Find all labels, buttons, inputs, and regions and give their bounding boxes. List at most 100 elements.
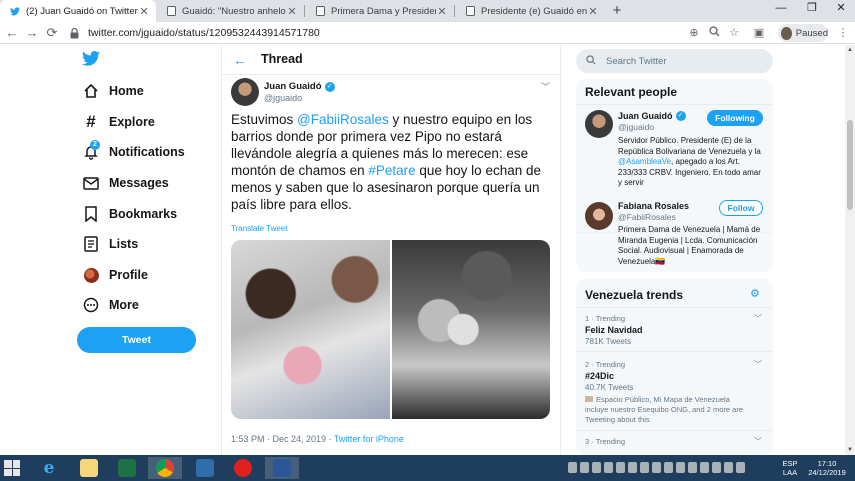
- tray-icon[interactable]: [652, 462, 661, 473]
- tray-icon[interactable]: [676, 462, 685, 473]
- tweet-source-link[interactable]: Twitter for iPhone: [334, 434, 404, 444]
- restore-icon[interactable]: ❐: [797, 0, 827, 18]
- twitter-logo-icon[interactable]: [82, 51, 100, 67]
- profile-button[interactable]: Paused: [778, 24, 828, 42]
- close-icon[interactable]: ✕: [587, 5, 599, 18]
- tray-icon[interactable]: [724, 462, 733, 473]
- author-name[interactable]: Juan Guaidó ✓: [264, 81, 335, 92]
- sidebar-item-lists[interactable]: Lists: [82, 233, 138, 255]
- scrollbar-thumb[interactable]: [847, 120, 853, 210]
- following-button[interactable]: Following: [707, 110, 763, 126]
- chrome-icon[interactable]: [148, 457, 182, 479]
- author-handle[interactable]: @jguaido: [264, 93, 302, 103]
- tray-icon[interactable]: [736, 462, 745, 473]
- chevron-down-icon[interactable]: ﹀: [754, 313, 762, 324]
- star-icon[interactable]: ☆: [727, 26, 741, 40]
- sidebar-item-messages[interactable]: Messages: [82, 172, 169, 194]
- opera-icon[interactable]: [226, 457, 260, 479]
- close-icon[interactable]: ✕: [138, 5, 150, 18]
- tweet-photo-1[interactable]: [231, 240, 390, 419]
- scroll-down-icon[interactable]: ▼: [845, 445, 855, 455]
- trend-count: 40.7K Tweets: [585, 383, 634, 392]
- zoom-icon[interactable]: [707, 26, 721, 40]
- chevron-down-icon[interactable]: ﹀: [754, 359, 762, 370]
- remote-desktop-icon[interactable]: [188, 457, 222, 479]
- avatar[interactable]: [585, 202, 613, 230]
- tray-icon[interactable]: [568, 462, 577, 473]
- twitter-page: Home # Explore 2 Notifications Messages …: [0, 45, 855, 455]
- sidebar-item-profile[interactable]: Profile: [82, 264, 148, 286]
- tray-icon[interactable]: [580, 462, 589, 473]
- scroll-up-icon[interactable]: ▲: [845, 45, 855, 55]
- search-input[interactable]: Search Twitter: [576, 49, 773, 73]
- sidebar-item-explore[interactable]: # Explore: [82, 111, 155, 133]
- notification-badge: 2: [90, 140, 100, 150]
- new-tab-button[interactable]: +: [608, 2, 626, 20]
- back-icon[interactable]: ←: [4, 25, 20, 41]
- close-icon[interactable]: ✕: [436, 5, 448, 18]
- tray-icon[interactable]: [592, 462, 601, 473]
- back-arrow-icon[interactable]: ←: [233, 52, 249, 68]
- hashtag-link[interactable]: #Petare: [368, 163, 415, 178]
- tweet-timestamp[interactable]: 1:53 PM · Dec 24, 2019 ·: [231, 434, 334, 444]
- trend-name[interactable]: #24Dic: [585, 371, 614, 381]
- browser-tab-2[interactable]: Guaidó: "Nuestro anhelo es que ✕: [156, 0, 304, 22]
- close-window-icon[interactable]: ✕: [826, 0, 855, 18]
- tray-icon[interactable]: [616, 462, 625, 473]
- tray-icon[interactable]: [664, 462, 673, 473]
- tray-icon[interactable]: [700, 462, 709, 473]
- kebab-menu-icon[interactable]: ⋮: [836, 26, 850, 40]
- opera-glyph: [234, 459, 252, 477]
- trend-count: 781K Tweets: [585, 337, 632, 346]
- chevron-down-icon[interactable]: ﹀: [541, 80, 550, 93]
- word-icon[interactable]: [265, 457, 299, 479]
- sidebar-item-more[interactable]: More: [82, 294, 139, 316]
- system-tray: [568, 462, 745, 473]
- sidebar-item-label: Notifications: [109, 145, 185, 159]
- bio-mention-link[interactable]: @AsambleaVe: [618, 157, 671, 166]
- person-handle[interactable]: @FabiiRosales: [618, 212, 676, 222]
- scrollbar[interactable]: ▲ ▼: [845, 45, 855, 455]
- translate-tweet-link[interactable]: Translate Tweet: [231, 224, 287, 233]
- address-bar[interactable]: twitter.com/jguaido/status/1209532443914…: [70, 24, 680, 42]
- tray-icon[interactable]: [688, 462, 697, 473]
- url-text: twitter.com/jguaido/status/1209532443914…: [88, 27, 320, 39]
- follow-button[interactable]: Follow: [719, 200, 763, 216]
- tweet-photo-2[interactable]: [392, 240, 550, 419]
- close-icon[interactable]: ✕: [286, 5, 298, 18]
- person-name[interactable]: Juan Guaidó ✓: [618, 111, 686, 121]
- browser-tab-3[interactable]: Primera Dama y Presidente (E) Ju ✕: [305, 0, 454, 22]
- taskbar-clock[interactable]: 17:10 24/12/2019: [808, 459, 846, 477]
- chevron-down-icon[interactable]: ﹀: [754, 436, 762, 447]
- tray-icon[interactable]: [628, 462, 637, 473]
- extension-icon[interactable]: ▣: [752, 26, 766, 40]
- reload-icon[interactable]: ⟳: [44, 25, 60, 41]
- windows-start-icon[interactable]: [4, 460, 20, 476]
- tray-icon[interactable]: [604, 462, 613, 473]
- person-name[interactable]: Fabiana Rosales: [618, 201, 689, 211]
- sidebar-item-bookmarks[interactable]: Bookmarks: [82, 203, 177, 225]
- tray-icon[interactable]: [640, 462, 649, 473]
- cast-icon[interactable]: ⊕: [687, 26, 701, 40]
- gear-icon[interactable]: ⚙: [750, 288, 762, 300]
- minimize-icon[interactable]: —: [766, 0, 796, 18]
- browser-tab-4[interactable]: Presidente (e) Guaidó entrega ju ✕: [455, 0, 605, 22]
- avatar[interactable]: [231, 78, 259, 106]
- sidebar-item-label: Profile: [109, 268, 148, 282]
- internet-explorer-icon[interactable]: e: [32, 457, 66, 479]
- input-language[interactable]: ESP LAA: [782, 459, 798, 477]
- file-explorer-icon[interactable]: [72, 457, 106, 479]
- lock-icon: [70, 27, 80, 39]
- person-handle[interactable]: @jguaido: [618, 122, 654, 132]
- forward-icon[interactable]: →: [24, 25, 40, 41]
- sidebar-item-home[interactable]: Home: [82, 80, 144, 102]
- tweet-meta: 1:53 PM · Dec 24, 2019 · Twitter for iPh…: [231, 434, 404, 444]
- excel-icon[interactable]: [110, 457, 144, 479]
- avatar[interactable]: [585, 110, 613, 138]
- tray-icon[interactable]: [712, 462, 721, 473]
- browser-tab-1[interactable]: (2) Juan Guaidó on Twitter: "Estu ✕: [0, 0, 156, 22]
- mention-link[interactable]: @FabiiRosales: [297, 112, 389, 127]
- trend-name[interactable]: Feliz Navidad: [585, 325, 643, 335]
- tweet-button[interactable]: Tweet: [77, 327, 196, 353]
- sidebar-item-notifications[interactable]: 2 Notifications: [82, 140, 185, 163]
